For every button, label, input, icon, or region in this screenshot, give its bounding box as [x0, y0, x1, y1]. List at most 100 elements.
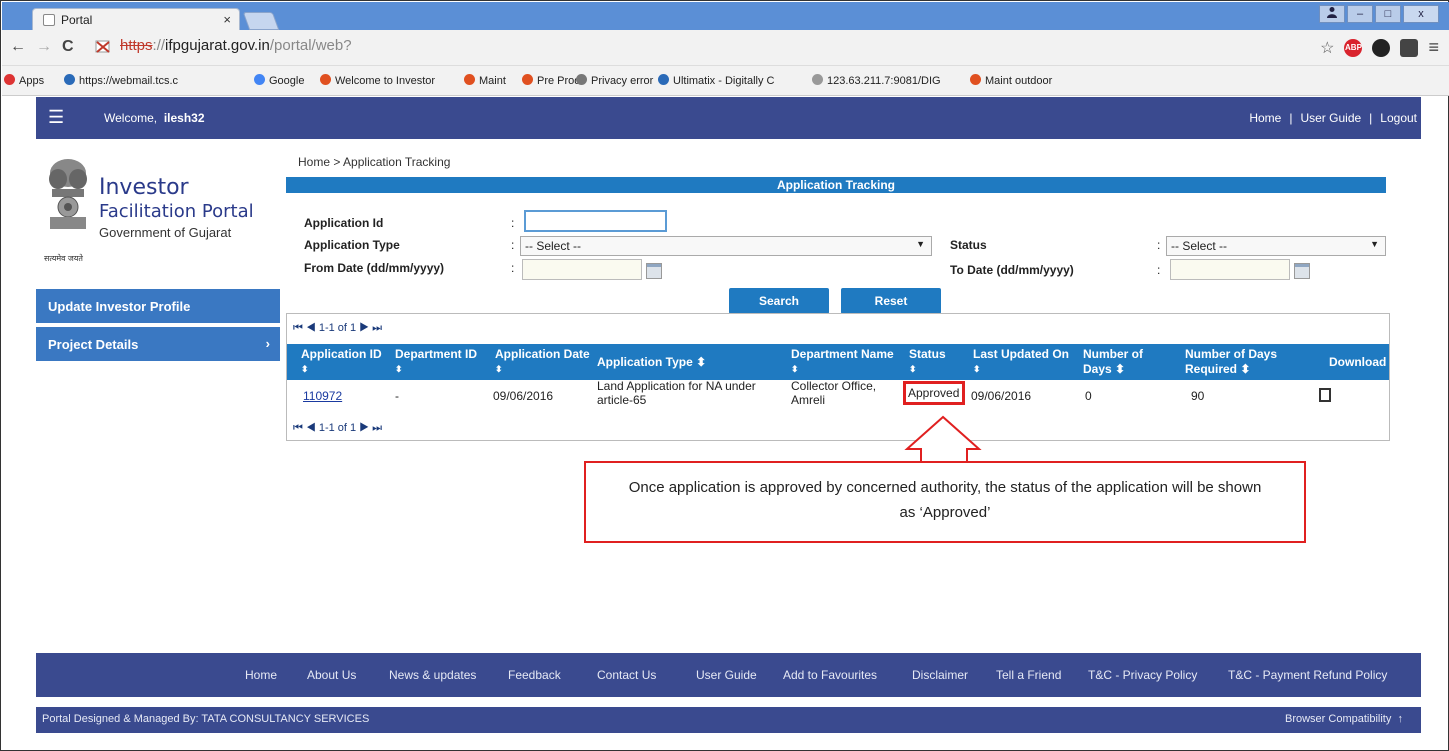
footer-link[interactable]: T&C - Privacy Policy	[1088, 668, 1197, 682]
breadcrumb-home[interactable]: Home	[298, 155, 330, 169]
browser-compatibility-link[interactable]: Browser Compatibility ↑	[1285, 713, 1403, 725]
address-bar[interactable]: https://ifpgujarat.gov.in/portal/web?	[120, 37, 1270, 59]
footer-link[interactable]: Home	[245, 668, 277, 682]
url-separator: ://	[152, 37, 166, 54]
col-application-id[interactable]: Application ID ⬍	[301, 347, 382, 377]
header-links: Home | User Guide | Logout	[1245, 111, 1421, 125]
footer-link[interactable]: About Us	[307, 668, 356, 682]
header-separator: |	[1289, 111, 1293, 125]
adblock-plus-icon[interactable]: ABP	[1344, 38, 1363, 57]
bookmark-item[interactable]: Maint	[464, 74, 506, 87]
bookmark-item[interactable]: https://webmail.tcs.c	[64, 74, 178, 87]
user-icon[interactable]	[1319, 5, 1345, 23]
col-days-required[interactable]: Number of Days Required ⬍	[1185, 347, 1277, 377]
security-warning-icon[interactable]	[94, 36, 114, 61]
browser-tab[interactable]: Portal ×	[32, 8, 240, 31]
footer-link[interactable]: Feedback	[508, 668, 561, 682]
extension-square-icon[interactable]	[1400, 38, 1419, 57]
application-id-link[interactable]: 110972	[303, 389, 342, 403]
bookmark-item[interactable]: Ultimatix - Digitally C	[658, 74, 774, 87]
prev-page-icon[interactable]: ◀	[306, 422, 316, 434]
bookmark-label: Maint	[479, 75, 506, 87]
title-bar: Portal × – □ x	[2, 2, 1449, 31]
bookmark-item[interactable]: Welcome to Investor	[320, 74, 435, 87]
header-home-link[interactable]: Home	[1249, 111, 1281, 125]
col-last-updated[interactable]: Last Updated On ⬍	[973, 347, 1069, 377]
col-label-line2: Days ⬍	[1083, 362, 1126, 376]
reload-icon[interactable]: C	[62, 38, 74, 56]
new-tab-button[interactable]	[242, 12, 280, 30]
download-document-icon[interactable]	[1319, 388, 1331, 402]
search-button[interactable]: Search	[729, 288, 829, 314]
department-id-cell: -	[395, 389, 399, 403]
bookmark-favicon-icon	[576, 74, 587, 85]
footer-link[interactable]: Disclaimer	[912, 668, 968, 682]
url-host: ifpgujarat.gov.in	[165, 37, 270, 54]
sidebar-item-update-profile[interactable]: Update Investor Profile	[36, 289, 280, 323]
application-date-cell: 09/06/2016	[493, 389, 554, 403]
to-date-input[interactable]	[1170, 259, 1290, 280]
callout-arrow-icon	[904, 415, 982, 463]
bookmark-label: Ultimatix - Digitally C	[673, 75, 775, 87]
bookmark-item[interactable]: Maint outdoor	[970, 74, 1052, 87]
footer-link[interactable]: T&C - Payment Refund Policy	[1228, 668, 1387, 682]
sidebar-item-label: Project Details	[48, 337, 139, 352]
col-status[interactable]: Status ⬍	[909, 347, 946, 377]
chrome-menu-icon[interactable]: ≡	[1428, 37, 1439, 58]
url-scheme: https	[120, 37, 153, 54]
col-department-id[interactable]: Department ID ⬍	[395, 347, 477, 377]
status-value: -- Select --	[1171, 239, 1228, 253]
col-department-name[interactable]: Department Name ⬍	[791, 347, 894, 377]
header-logout-link[interactable]: Logout	[1380, 111, 1417, 125]
last-page-icon[interactable]: ⏭	[372, 422, 382, 434]
col-number-of-days[interactable]: Number of Days ⬍	[1083, 347, 1143, 377]
first-page-icon[interactable]: ⏮	[293, 422, 303, 434]
bookmark-item[interactable]: Pre Prod	[522, 74, 580, 87]
bookmark-item[interactable]: Google	[254, 74, 304, 87]
from-date-input[interactable]	[522, 259, 642, 280]
bookmark-item[interactable]: Privacy error	[576, 74, 653, 87]
close-window-button[interactable]: x	[1403, 5, 1439, 23]
reset-button[interactable]: Reset	[841, 288, 941, 314]
sidebar-item-project-details[interactable]: Project Details ›	[36, 327, 280, 361]
col-application-type[interactable]: Application Type ⬍	[597, 355, 706, 370]
tab-close-icon[interactable]: ×	[223, 12, 231, 27]
back-icon[interactable]: ←	[10, 38, 26, 56]
header-user-guide-link[interactable]: User Guide	[1300, 111, 1361, 125]
dropdown-arrow-icon: ▼	[1370, 239, 1379, 249]
number-of-days-cell: 0	[1085, 389, 1092, 403]
logo-motto: सत्यमेव जयते	[44, 254, 83, 263]
footer-link[interactable]: News & updates	[389, 668, 476, 682]
bookmark-item[interactable]: Apps	[4, 74, 44, 87]
sort-icon: ⬍	[909, 364, 917, 374]
application-id-input[interactable]	[524, 210, 667, 232]
forward-icon[interactable]: →	[36, 38, 52, 56]
bookmark-favicon-icon	[320, 74, 331, 85]
calendar-icon[interactable]	[646, 263, 662, 279]
first-page-icon[interactable]: ⏮	[293, 322, 303, 334]
footer-link[interactable]: Tell a Friend	[996, 668, 1061, 682]
status-select[interactable]: -- Select -- ▼	[1166, 236, 1386, 256]
col-label: Number of	[1083, 347, 1143, 361]
last-page-icon[interactable]: ⏭	[372, 322, 382, 334]
footer-link[interactable]: User Guide	[696, 668, 757, 682]
next-page-icon[interactable]: ▶	[359, 322, 369, 334]
footer-link[interactable]: Contact Us	[597, 668, 656, 682]
extension-circle-icon[interactable]	[1372, 38, 1391, 57]
prev-page-icon[interactable]: ◀	[306, 322, 316, 334]
next-page-icon[interactable]: ▶	[359, 422, 369, 434]
portal-logo[interactable]: Investor Facilitation Portal Government …	[44, 153, 284, 283]
bookmark-favicon-icon	[4, 74, 15, 85]
status-badge: Approved	[903, 381, 965, 405]
calendar-icon[interactable]	[1294, 263, 1310, 279]
col-label: Status	[909, 347, 946, 361]
col-application-date[interactable]: Application Date ⬍	[495, 347, 590, 377]
application-type-select[interactable]: -- Select -- ▼	[520, 236, 932, 256]
hamburger-menu-icon[interactable]: ☰	[48, 107, 64, 128]
col-label: Application Type ⬍	[597, 355, 707, 369]
maximize-button[interactable]: □	[1375, 5, 1401, 23]
footer-link[interactable]: Add to Favourites	[783, 668, 877, 682]
bookmark-star-icon[interactable]: ☆	[1320, 38, 1334, 58]
bookmark-item[interactable]: 123.63.211.7:9081/DIG	[812, 74, 941, 87]
minimize-button[interactable]: –	[1347, 5, 1373, 23]
